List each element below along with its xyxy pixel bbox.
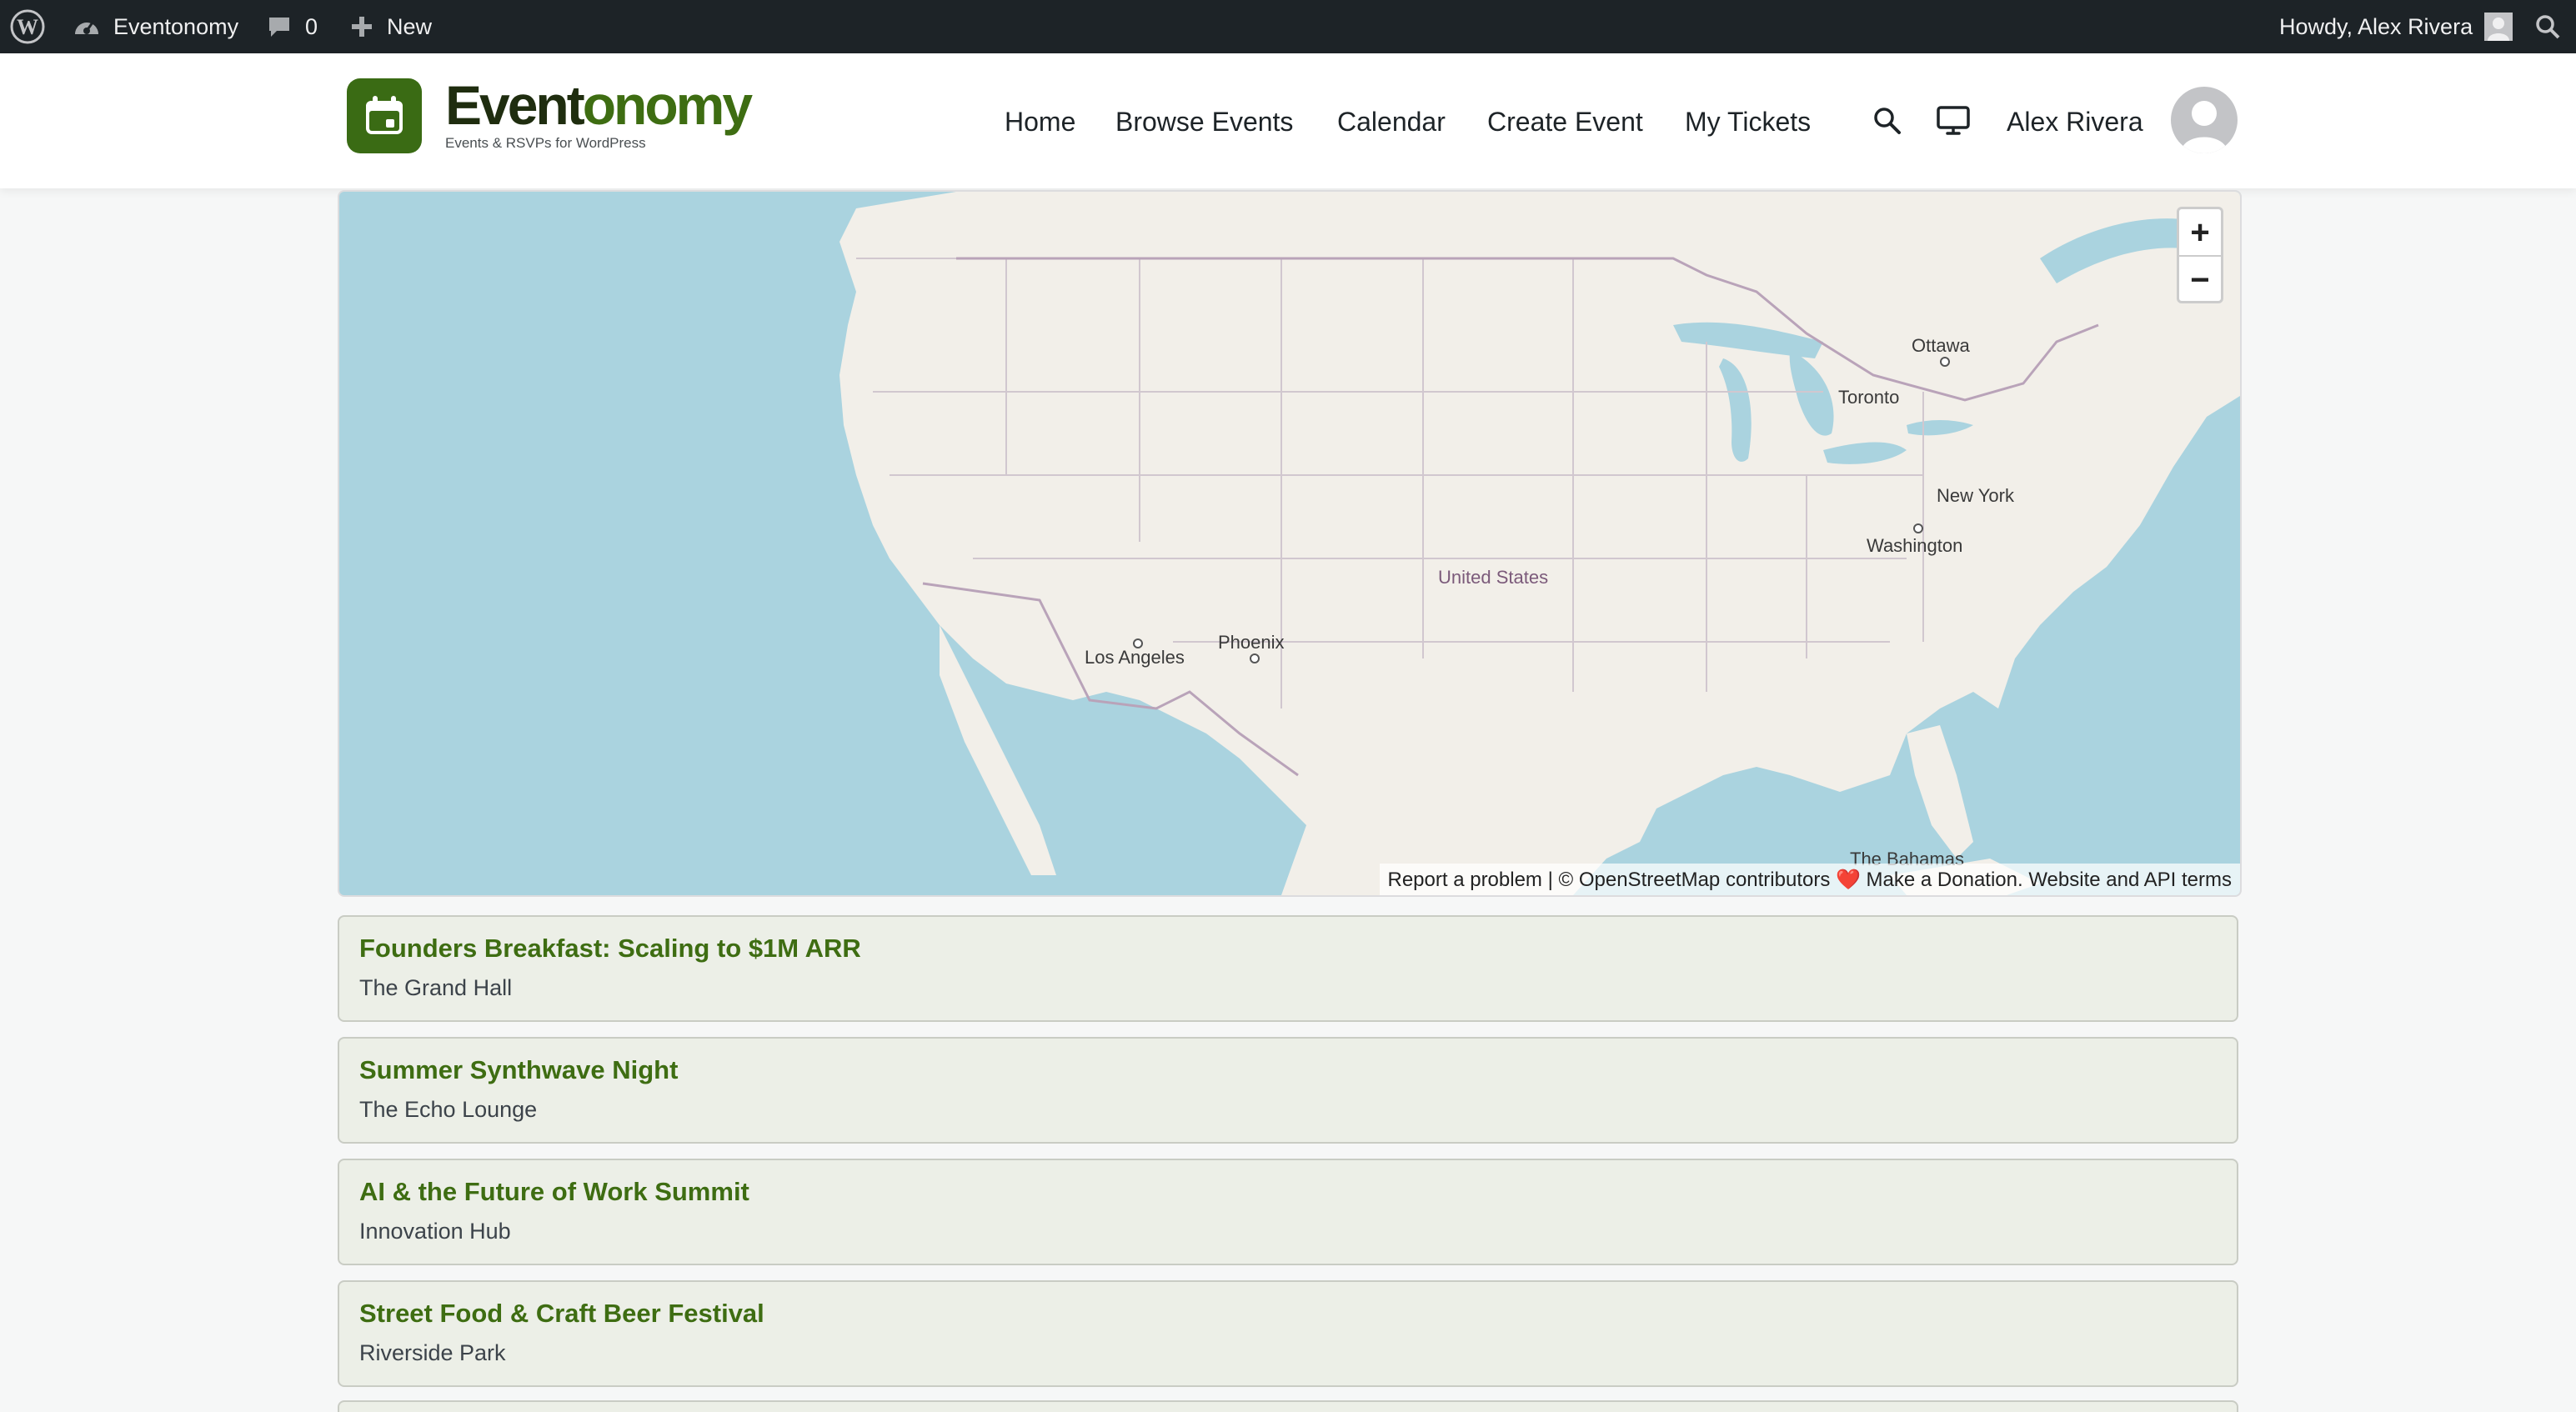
admin-bar-site[interactable]: Eventonomy <box>72 0 238 53</box>
nav-create-event[interactable]: Create Event <box>1487 105 1643 138</box>
logo-word-part2: onomy <box>582 74 753 136</box>
events-map[interactable]: United States Ottawa Toronto New York Wa… <box>338 190 2242 897</box>
event-card[interactable]: Street Food & Craft Beer Festival Rivers… <box>338 1280 2238 1387</box>
event-venue: The Grand Hall <box>359 975 513 1000</box>
event-title-link[interactable]: AI & the Future of Work Summit <box>359 1177 749 1207</box>
map-zoom-control: + − <box>2177 207 2223 303</box>
nav-calendar[interactable]: Calendar <box>1337 105 1446 138</box>
event-venue: Riverside Park <box>359 1340 506 1365</box>
monitor-icon[interactable] <box>1936 105 1971 141</box>
user-name-link[interactable]: Alex Rivera <box>2007 105 2143 138</box>
logo-word-part1: Event <box>445 74 585 136</box>
admin-bar-search-icon[interactable] <box>2534 0 2561 53</box>
nav-home[interactable]: Home <box>1005 105 1075 138</box>
user-avatar[interactable] <box>2171 87 2238 153</box>
new-label: New <box>387 13 433 39</box>
map-label-ottawa: Ottawa <box>1912 335 1970 356</box>
event-title-link[interactable]: Founders Breakfast: Scaling to $1M ARR <box>359 934 861 964</box>
nav-browse-events[interactable]: Browse Events <box>1115 105 1293 138</box>
map-dot-washington <box>1913 523 1923 533</box>
admin-bar: W Eventonomy 0 New Howdy, Alex Rivera <box>0 0 2576 53</box>
event-venue: The Echo Lounge <box>359 1097 538 1122</box>
admin-bar-account[interactable]: Howdy, Alex Rivera <box>2279 0 2513 53</box>
map-label-washington: Washington <box>1867 535 1963 556</box>
search-icon[interactable] <box>1872 105 1903 141</box>
site-header: Eventonomy Events & RSVPs for WordPress … <box>0 53 2576 188</box>
map-label-los-angeles: Los Angeles <box>1085 647 1185 668</box>
admin-bar-comments[interactable]: 0 <box>267 0 318 53</box>
comment-bubble-icon <box>267 14 292 39</box>
map-attribution[interactable]: Report a problem | © OpenStreetMap contr… <box>1379 864 2240 895</box>
map-label-phoenix: Phoenix <box>1218 632 1285 653</box>
event-card[interactable]: Founders Breakfast: Scaling to $1M ARR T… <box>338 915 2238 1022</box>
calendar-logo-icon[interactable] <box>347 78 422 153</box>
map-label-new-york: New York <box>1937 485 2014 506</box>
event-card[interactable]: AI & the Future of Work Summit Innovatio… <box>338 1159 2238 1265</box>
event-title-link[interactable]: Street Food & Craft Beer Festival <box>359 1299 764 1329</box>
map-label-country: United States <box>1438 567 1549 588</box>
admin-avatar <box>2484 13 2513 41</box>
plus-icon <box>350 15 373 38</box>
svg-text:W: W <box>17 15 38 39</box>
event-venue: Innovation Hub <box>359 1219 511 1244</box>
map-label-toronto: Toronto <box>1838 387 1900 408</box>
admin-bar-new[interactable]: New <box>350 0 432 53</box>
zoom-in-button[interactable]: + <box>2179 209 2221 255</box>
howdy-greeting: Howdy, Alex Rivera <box>2279 13 2473 39</box>
comments-count: 0 <box>305 13 318 39</box>
event-card[interactable]: Summer Synthwave Night The Echo Lounge <box>338 1037 2238 1144</box>
dashboard-icon <box>72 14 102 39</box>
zoom-out-button[interactable]: − <box>2179 255 2221 301</box>
site-tagline: Events & RSVPs for WordPress <box>445 135 646 151</box>
site-logo-wordmark[interactable]: Eventonomy <box>445 73 753 137</box>
wordpress-logo-icon[interactable]: W <box>10 0 45 53</box>
map-dot-ottawa <box>1940 357 1950 367</box>
event-title-link[interactable]: Summer Synthwave Night <box>359 1055 678 1085</box>
admin-bar-site-name: Eventonomy <box>113 13 239 39</box>
nav-my-tickets[interactable]: My Tickets <box>1685 105 1811 138</box>
map-dot-phoenix <box>1250 653 1260 663</box>
